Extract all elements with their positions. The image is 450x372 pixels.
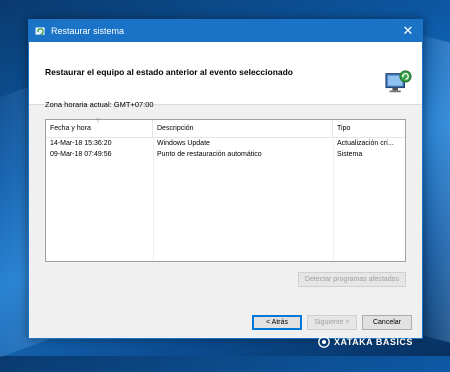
cancel-button[interactable]: Cancelar xyxy=(362,315,412,330)
table-header: ▽ Fecha y hora Descripción Tipo xyxy=(46,118,405,138)
cell-description: Windows Update xyxy=(157,140,210,147)
cell-date: 09-Mar-18 07:49:56 xyxy=(50,151,112,158)
window-title: Restaurar sistema xyxy=(51,26,125,36)
column-header-label: Fecha y hora xyxy=(50,125,91,132)
system-restore-icon xyxy=(35,26,45,35)
title-bar[interactable]: Restaurar sistema ✕ xyxy=(29,20,422,42)
scan-affected-programs-button[interactable]: Detectar programas afectados xyxy=(298,272,406,287)
column-divider xyxy=(153,137,154,261)
dialog-header: Restaurar el equipo al estado anterior a… xyxy=(29,42,422,105)
xataka-logo-icon xyxy=(318,336,330,348)
sort-ascending-icon: ▽ xyxy=(96,118,100,124)
column-header-label: Descripción xyxy=(157,125,194,132)
column-header-date[interactable]: ▽ Fecha y hora xyxy=(46,118,153,137)
close-icon: ✕ xyxy=(402,23,414,38)
back-button[interactable]: < Atrás xyxy=(252,315,302,330)
table-row[interactable]: 14-Mar-18 15:36:20 Windows Update Actual… xyxy=(46,138,405,149)
next-button[interactable]: Siguiente > xyxy=(307,315,357,330)
column-divider xyxy=(333,137,334,261)
cell-description: Punto de restauración automático xyxy=(157,151,262,158)
cell-type: Actualización crí... xyxy=(337,140,394,147)
table-row[interactable]: 09-Mar-18 07:49:56 Punto de restauración… xyxy=(46,149,405,160)
column-header-description[interactable]: Descripción xyxy=(153,120,333,137)
cell-date: 14-Mar-18 15:36:20 xyxy=(50,140,112,147)
system-restore-dialog: Restaurar sistema ✕ Restaurar el equipo … xyxy=(28,19,423,339)
restore-graphic-icon xyxy=(385,70,412,93)
restore-points-table: ▽ Fecha y hora Descripción Tipo 14-Mar-1… xyxy=(45,118,406,262)
close-button[interactable]: ✕ xyxy=(394,20,422,42)
watermark: XATAKA BASICS xyxy=(318,336,413,348)
timezone-label: Zona horaria actual: GMT+07:00 xyxy=(45,100,154,109)
watermark-text: XATAKA BASICS xyxy=(334,337,413,347)
page-heading: Restaurar el equipo al estado anterior a… xyxy=(45,67,293,77)
cell-type: Sistema xyxy=(337,151,363,158)
column-header-type[interactable]: Tipo xyxy=(333,120,405,137)
column-header-label: Tipo xyxy=(337,125,351,132)
